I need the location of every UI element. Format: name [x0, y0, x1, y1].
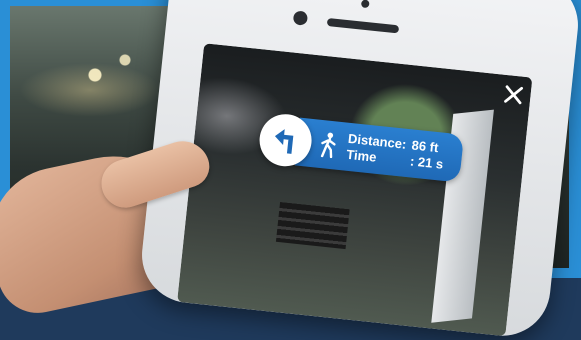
- earpiece-speaker: [326, 17, 400, 34]
- navigation-overlay: Distance: 86 ft Time: 21 s: [256, 111, 465, 185]
- walking-person-icon: [318, 131, 339, 159]
- close-icon: [504, 85, 524, 105]
- close-button[interactable]: [499, 81, 528, 110]
- proximity-sensor: [360, 0, 370, 9]
- ar-camera-view: Distance: 86 ft Time: 21 s: [177, 43, 533, 337]
- time-value: : 21 s: [409, 153, 444, 172]
- distance-value: 86 ft: [410, 137, 440, 156]
- stage-steps: [275, 201, 350, 250]
- turn-left-arrow-icon: [274, 129, 294, 154]
- front-camera: [292, 10, 309, 26]
- route-info-lines: Distance: 86 ft Time: 21 s: [346, 131, 446, 173]
- route-info-panel: Distance: 86 ft Time: 21 s: [294, 117, 465, 183]
